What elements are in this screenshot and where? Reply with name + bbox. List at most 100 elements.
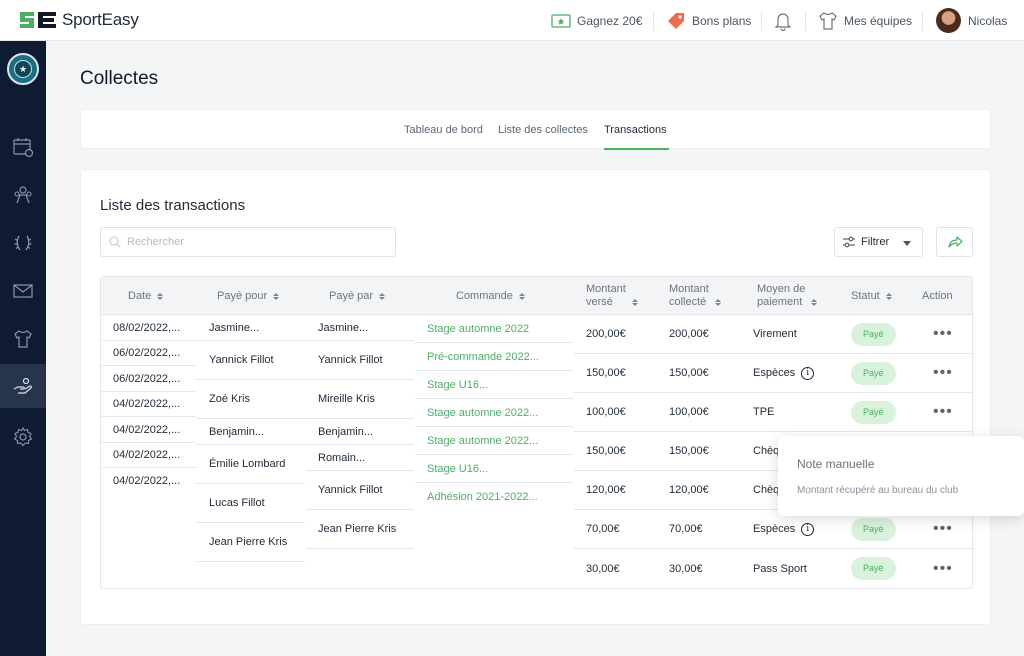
- divider: [922, 11, 923, 31]
- divider: [761, 11, 762, 31]
- notifications-button[interactable]: [774, 0, 798, 41]
- info-icon[interactable]: i: [801, 366, 815, 380]
- column-status-label: Statut: [851, 289, 880, 302]
- bell-icon: [774, 11, 792, 31]
- more-options-icon[interactable]: •••: [933, 365, 953, 381]
- order-link[interactable]: Stage automne 2022...: [415, 427, 573, 455]
- column-paid-for-label: Payé pour: [217, 289, 268, 302]
- more-options-icon[interactable]: •••: [933, 560, 953, 576]
- sidebar-item-competitions[interactable]: [0, 221, 46, 265]
- mail-icon: [13, 284, 33, 298]
- paid-by-cell: Yannick Fillot: [306, 341, 414, 380]
- column-amount-paid-label: Montant versé: [586, 283, 626, 308]
- app-name: SportEasy: [62, 10, 139, 29]
- amount-paid-cell: 120,00€: [574, 471, 657, 510]
- date-cell: 06/02/2022,...: [101, 341, 196, 366]
- amount-paid-cell: 150,00€: [574, 432, 657, 471]
- sidebar-item-settings[interactable]: [0, 415, 46, 459]
- action-cell: •••: [909, 354, 972, 393]
- order-link[interactable]: Stage U16...: [415, 455, 573, 483]
- sidebar-item-calendar[interactable]: [0, 125, 46, 169]
- my-teams-label: Mes équipes: [844, 13, 913, 28]
- amount-paid-cell: 200,00€: [574, 315, 657, 354]
- paid-by-cell: Yannick Fillot: [306, 471, 414, 510]
- column-order-label: Commande: [456, 289, 513, 302]
- amount-collected-cell: 150,00€: [657, 354, 741, 393]
- paid-for-cell: Lucas Fillot: [196, 484, 305, 523]
- deals-link[interactable]: Bons plans: [666, 0, 751, 41]
- payment-method-label: TPE: [753, 406, 775, 418]
- order-link[interactable]: Stage automne 2022...: [415, 399, 573, 427]
- my-teams-link[interactable]: Mes équipes: [818, 0, 912, 41]
- payment-method-label: Chèq: [753, 445, 780, 457]
- search-input[interactable]: Rechercher: [100, 227, 396, 257]
- column-action: Action: [922, 277, 953, 315]
- more-options-icon[interactable]: •••: [933, 326, 953, 342]
- filter-button[interactable]: Filtrer: [834, 227, 923, 257]
- top-bar: SportEasy Gagnez 20€ Bons plans Mes équi…: [0, 0, 1024, 41]
- column-amount-collected-label: Montant collecté: [669, 283, 709, 308]
- payment-method-cell: TPE: [741, 393, 839, 432]
- column-date[interactable]: Date: [128, 277, 164, 315]
- tab-transactions[interactable]: Transactions: [604, 110, 669, 150]
- sidebar-item-members[interactable]: [0, 173, 46, 217]
- amount-collected-cell: 200,00€: [657, 315, 741, 354]
- paid-for-cell: Jean Pierre Kris: [196, 523, 305, 562]
- status-badge: Payé: [851, 557, 896, 580]
- user-name: Nicolas: [968, 13, 1008, 28]
- export-button[interactable]: [936, 227, 973, 257]
- star-icon: ★: [14, 60, 32, 78]
- more-options-icon[interactable]: •••: [933, 521, 953, 537]
- status-badge: Payé: [851, 517, 896, 541]
- column-amount-collected[interactable]: Montant collecté: [669, 277, 721, 315]
- tab-dashboard[interactable]: Tableau de bord: [404, 110, 483, 150]
- amount-paid-cell: 150,00€: [574, 354, 657, 393]
- column-date-label: Date: [128, 289, 152, 302]
- column-status[interactable]: Statut: [851, 277, 892, 315]
- amount-collected-cell: 120,00€: [657, 471, 741, 510]
- amount-paid-cell: 100,00€: [574, 393, 657, 432]
- date-cell: 06/02/2022,...: [101, 366, 196, 392]
- payment-method-label: Espèces: [753, 523, 796, 535]
- sidebar-item-messages[interactable]: [0, 269, 46, 313]
- user-menu[interactable]: Nicolas: [936, 0, 1007, 41]
- order-link[interactable]: Pré-commande 2022...: [415, 343, 573, 371]
- sporteasy-logo[interactable]: SportEasy: [18, 10, 139, 30]
- paid-for-cell: Benjamin...: [196, 419, 305, 445]
- sidebar-item-payments[interactable]: [0, 364, 46, 408]
- order-link[interactable]: Stage automne 2022: [415, 315, 573, 343]
- order-link[interactable]: Stage U16...: [415, 371, 573, 399]
- column-paid-for[interactable]: Payé pour: [217, 277, 280, 315]
- amount-paid-cell: 30,00€: [586, 562, 620, 575]
- sidebar-item-shop[interactable]: [0, 317, 46, 361]
- tabs-bar: Tableau de bord Liste des collectes Tran…: [80, 109, 991, 150]
- tab-collections-list[interactable]: Liste des collectes: [498, 110, 588, 150]
- column-paid-by[interactable]: Payé par: [329, 277, 386, 315]
- payment-method-label: Espèces: [753, 367, 796, 379]
- referral-link[interactable]: Gagnez 20€: [551, 0, 642, 41]
- info-icon[interactable]: i: [801, 522, 815, 536]
- more-options-icon[interactable]: •••: [933, 404, 953, 420]
- column-amount-paid[interactable]: Montant versé: [586, 277, 638, 315]
- calendar-icon: [13, 138, 34, 158]
- payment-method-cell: Pass Sport: [741, 549, 839, 588]
- payment-method-label: Pass Sport: [753, 562, 807, 575]
- paid-by-cell: Jean Pierre Kris: [306, 510, 414, 549]
- referral-label: Gagnez 20€: [577, 13, 643, 28]
- gear-icon: [13, 426, 33, 447]
- deals-label: Bons plans: [692, 13, 752, 28]
- sort-icon: [714, 298, 721, 306]
- order-link[interactable]: Adhésion 2021-2022...: [415, 483, 573, 511]
- column-payment-method[interactable]: Moyen de paiement: [757, 277, 818, 315]
- sort-icon: [518, 292, 525, 300]
- paid-by-cell: Mireille Kris: [306, 380, 414, 419]
- amount-collected-cell: 100,00€: [657, 393, 741, 432]
- table-header: Date Payé pour Payé par Commande Montant…: [101, 277, 972, 315]
- club-badge[interactable]: ★: [7, 53, 39, 85]
- tag-icon: [666, 11, 686, 31]
- amount-collected-cell: 30,00€: [669, 562, 703, 575]
- amount-collected-cell: 150,00€: [657, 432, 741, 471]
- divider: [805, 11, 806, 31]
- column-order[interactable]: Commande: [456, 277, 525, 315]
- search-icon: [109, 236, 121, 248]
